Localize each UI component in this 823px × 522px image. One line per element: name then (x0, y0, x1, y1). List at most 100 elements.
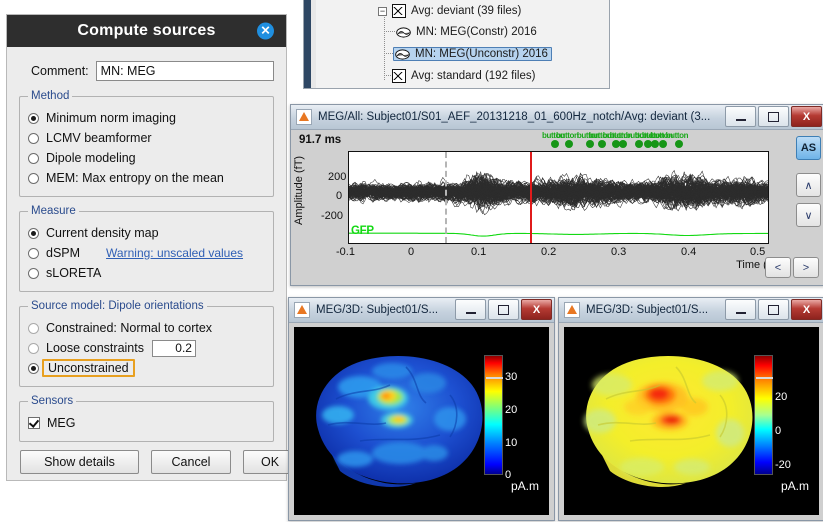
maximize-icon[interactable] (488, 299, 519, 320)
timeseries-window-title: MEG/All: Subject01/S01_AEF_20131218_01_6… (318, 111, 710, 123)
tree-left-gutter (311, 0, 316, 88)
colorbar-max-marker-left (486, 377, 503, 379)
measure-legend: Measure (28, 205, 79, 217)
colorbar-ticks-right: 20 0 -20 (775, 349, 805, 479)
cancel-button[interactable]: Cancel (151, 450, 231, 474)
minimize-icon[interactable] (725, 299, 756, 320)
minimize-icon[interactable] (455, 299, 486, 320)
colorbar-ticks-left: 30 20 10 0 (505, 349, 535, 479)
checkbox-meg[interactable]: MEG (28, 414, 265, 432)
x-tick-0.5: 0.5 (750, 246, 765, 258)
radio-unconstrained[interactable]: Unconstrained (28, 359, 265, 377)
brain3d-left-title-bar[interactable]: MEG/3D: Subject01/S... X (289, 298, 554, 323)
option-label: LCMV beamformer (46, 131, 152, 145)
tree-item-label: MN: MEG(Unconstr) 2016 (415, 48, 548, 60)
brain3d-left-window-title: MEG/3D: Subject01/S... (316, 304, 438, 316)
radio-icon (28, 133, 39, 144)
show-details-button[interactable]: Show details (20, 450, 139, 474)
cb-tick-20: 20 (505, 404, 517, 416)
brain3d-left-scene[interactable]: 30 20 10 0 pA.m (294, 327, 549, 515)
x-tick--0.1: -0.1 (336, 246, 355, 258)
comment-input[interactable] (96, 61, 274, 81)
avg-icon (392, 4, 406, 18)
previous-page-button[interactable]: < (765, 257, 791, 278)
timeseries-title-bar[interactable]: MEG/All: Subject01/S01_AEF_20131218_01_6… (291, 105, 823, 130)
maximize-icon[interactable] (758, 299, 789, 320)
radio-icon (28, 228, 39, 239)
option-label: Dipole modeling (46, 151, 136, 165)
radio-lcmv-beamformer[interactable]: LCMV beamformer (28, 129, 265, 147)
event-dot (551, 140, 559, 148)
brain3d-right-scene[interactable]: 20 0 -20 pA.m (564, 327, 819, 515)
colorbar-left (484, 355, 503, 475)
close-icon[interactable]: X (791, 299, 822, 320)
brain3d-right-title-bar[interactable]: MEG/3D: Subject01/S... X (559, 298, 823, 323)
event-dot (675, 140, 683, 148)
time-cursor-line[interactable] (530, 152, 532, 243)
tree-item-label: Avg: deviant (39 files) (411, 5, 521, 17)
warning-unscaled-values-link[interactable]: Warning: unscaled values (106, 246, 243, 260)
window-controls: X (455, 299, 552, 320)
radio-sloreta[interactable]: sLORETA (28, 264, 265, 282)
colorbar-right (754, 355, 773, 475)
radio-minimum-norm-imaging[interactable]: Minimum norm imaging (28, 109, 265, 127)
radio-icon (28, 363, 39, 374)
close-icon[interactable]: X (791, 106, 822, 127)
sensors-legend: Sensors (28, 395, 76, 407)
radio-dspm[interactable]: dSPM Warning: unscaled values (28, 244, 265, 262)
y-axis-label: Amplitude (fT) (293, 156, 305, 225)
comment-label: Comment: (31, 64, 89, 78)
tree-item-avg-deviant[interactable]: − Avg: deviant (39 files) (378, 4, 521, 18)
source-model-group: Source model: Dipole orientations Constr… (19, 300, 274, 387)
loose-constraints-value-input[interactable] (152, 340, 196, 357)
radio-constrained-normal-to-cortex[interactable]: Constrained: Normal to cortex (28, 319, 265, 337)
sensors-group: Sensors MEG (19, 395, 274, 442)
radio-dipole-modeling[interactable]: Dipole modeling (28, 149, 265, 167)
radio-icon (28, 153, 39, 164)
tree-item-label: Avg: standard (192 files) (411, 70, 535, 82)
event-marker-band: buttonbuttonbuttonbuttonbuttonbuttonbutt… (488, 131, 766, 148)
scale-down-button[interactable]: ∨ (796, 203, 821, 227)
compute-sources-dialog: Compute sources ✕ Comment: Method Minimu… (6, 14, 287, 481)
brain3d-right-window-title: MEG/3D: Subject01/S... (586, 304, 708, 316)
x-tick-0.1: 0.1 (471, 246, 486, 258)
close-icon[interactable]: X (521, 299, 552, 320)
tree-item-avg-standard[interactable]: Avg: standard (192 files) (378, 69, 535, 83)
collapse-expander-icon[interactable]: − (378, 7, 387, 16)
tree-item-mn-meg-unconstr-selected[interactable]: MN: MEG(Unconstr) 2016 (393, 47, 552, 61)
butterfly-plot-svg (349, 152, 768, 243)
radio-current-density-map[interactable]: Current density map (28, 224, 265, 242)
tree-item-mn-meg-constr[interactable]: MN: MEG(Constr) 2016 (396, 26, 537, 38)
brain3d-right-window: MEG/3D: Subject01/S... X (558, 297, 823, 521)
cb-tick-20: 20 (775, 391, 787, 403)
dialog-title-bar: Compute sources ✕ (7, 15, 286, 47)
source-map-icon (395, 49, 410, 60)
timeseries-plot-area[interactable] (348, 151, 769, 244)
method-group: Method Minimum norm imaging LCMV beamfor… (19, 90, 274, 197)
cb-tick-10: 10 (505, 437, 517, 449)
zero-time-marker (445, 152, 447, 243)
event-dot (659, 140, 667, 148)
source-model-legend: Source model: Dipole orientations (28, 300, 207, 312)
matlab-icon (564, 302, 580, 318)
method-legend: Method (28, 90, 72, 102)
colorbar-unit-right: pA.m (781, 479, 809, 493)
option-label: Current density map (46, 226, 159, 240)
minimize-icon[interactable] (725, 106, 756, 127)
window-controls: X (725, 106, 822, 127)
x-tick-0.3: 0.3 (611, 246, 626, 258)
radio-mem-max-entropy[interactable]: MEM: Max entropy on the mean (28, 169, 265, 187)
next-page-button[interactable]: > (793, 257, 819, 278)
tree-left-strip (304, 0, 311, 88)
auto-scale-button[interactable]: AS (796, 136, 821, 160)
x-tick-0.2: 0.2 (541, 246, 556, 258)
maximize-icon[interactable] (758, 106, 789, 127)
close-icon[interactable]: ✕ (257, 23, 274, 40)
dialog-button-row: Show details Cancel OK (20, 450, 273, 474)
y-tick-neg200: -200 (321, 210, 343, 222)
timeseries-window: MEG/All: Subject01/S01_AEF_20131218_01_6… (290, 104, 823, 286)
radio-loose-constraints[interactable]: Loose constraints (28, 339, 265, 357)
colorbar-max-marker-right (756, 377, 773, 379)
radio-icon (28, 343, 39, 354)
scale-up-button[interactable]: ∧ (796, 173, 821, 197)
